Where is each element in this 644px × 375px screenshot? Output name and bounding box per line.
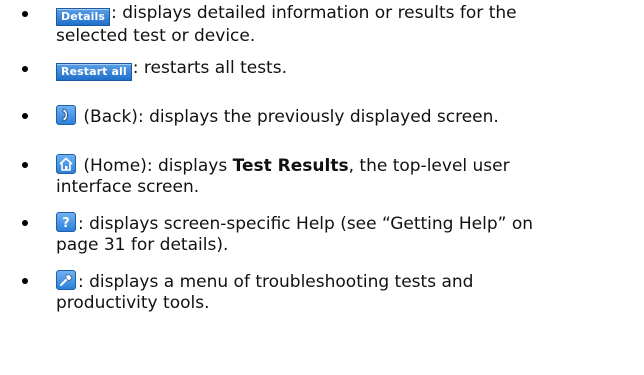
list-item-content: Details: displays detailed information o… xyxy=(56,3,644,47)
list-item-line: Details: displays detailed information o… xyxy=(56,3,644,26)
list-item-content: : displays a menu of troubleshooting tes… xyxy=(56,270,644,314)
list-item-line: ? : displays screen-specific Help (see “G… xyxy=(56,212,644,235)
bullet-dot xyxy=(22,220,28,226)
bullet-list: Details: displays detailed information o… xyxy=(0,0,644,375)
back-icon xyxy=(56,105,76,125)
bullet-dot xyxy=(22,278,28,284)
test-results-term: Test Results xyxy=(232,156,349,176)
details-description: : displays detailed information or resul… xyxy=(111,3,517,23)
list-item-line: Restart all: restarts all tests. xyxy=(56,58,644,81)
list-item-line: : displays a menu of troubleshooting tes… xyxy=(56,270,644,293)
tools-icon xyxy=(56,270,76,290)
restart-all-description: : restarts all tests. xyxy=(132,58,287,78)
home-description-pre: (Home): displays xyxy=(78,156,233,176)
list-item-line: (Home): displays Test Results, the top-l… xyxy=(56,154,644,177)
list-item-content: (Back): displays the previously displaye… xyxy=(56,105,644,128)
tools-description: : displays a menu of troubleshooting tes… xyxy=(78,272,474,292)
back-description: (Back): displays the previously displaye… xyxy=(78,107,499,127)
bullet-dot xyxy=(22,66,28,72)
svg-text:?: ? xyxy=(62,216,70,230)
bullet-dot xyxy=(22,113,28,119)
home-icon xyxy=(56,154,76,174)
restart-all-button: Restart all xyxy=(56,63,132,81)
bullet-dot xyxy=(22,162,28,168)
list-item-content: Restart all: restarts all tests. xyxy=(56,58,644,81)
bullet-dot xyxy=(22,11,28,17)
home-description-post: , the top-level user xyxy=(348,156,510,176)
list-item-content: (Home): displays Test Results, the top-l… xyxy=(56,154,644,198)
details-description-cont: selected test or device. xyxy=(56,26,256,46)
home-description-cont: interface screen. xyxy=(56,177,200,197)
list-item-line: (Back): displays the previously displaye… xyxy=(56,105,644,128)
help-icon: ? xyxy=(56,212,76,232)
list-item-content: ? : displays screen-specific Help (see “G… xyxy=(56,212,644,256)
details-button: Details xyxy=(56,8,111,26)
tools-description-cont: productivity tools. xyxy=(56,293,210,313)
help-description-cont: page 31 for details). xyxy=(56,235,229,255)
help-description: : displays screen-specific Help (see “Ge… xyxy=(78,214,534,234)
